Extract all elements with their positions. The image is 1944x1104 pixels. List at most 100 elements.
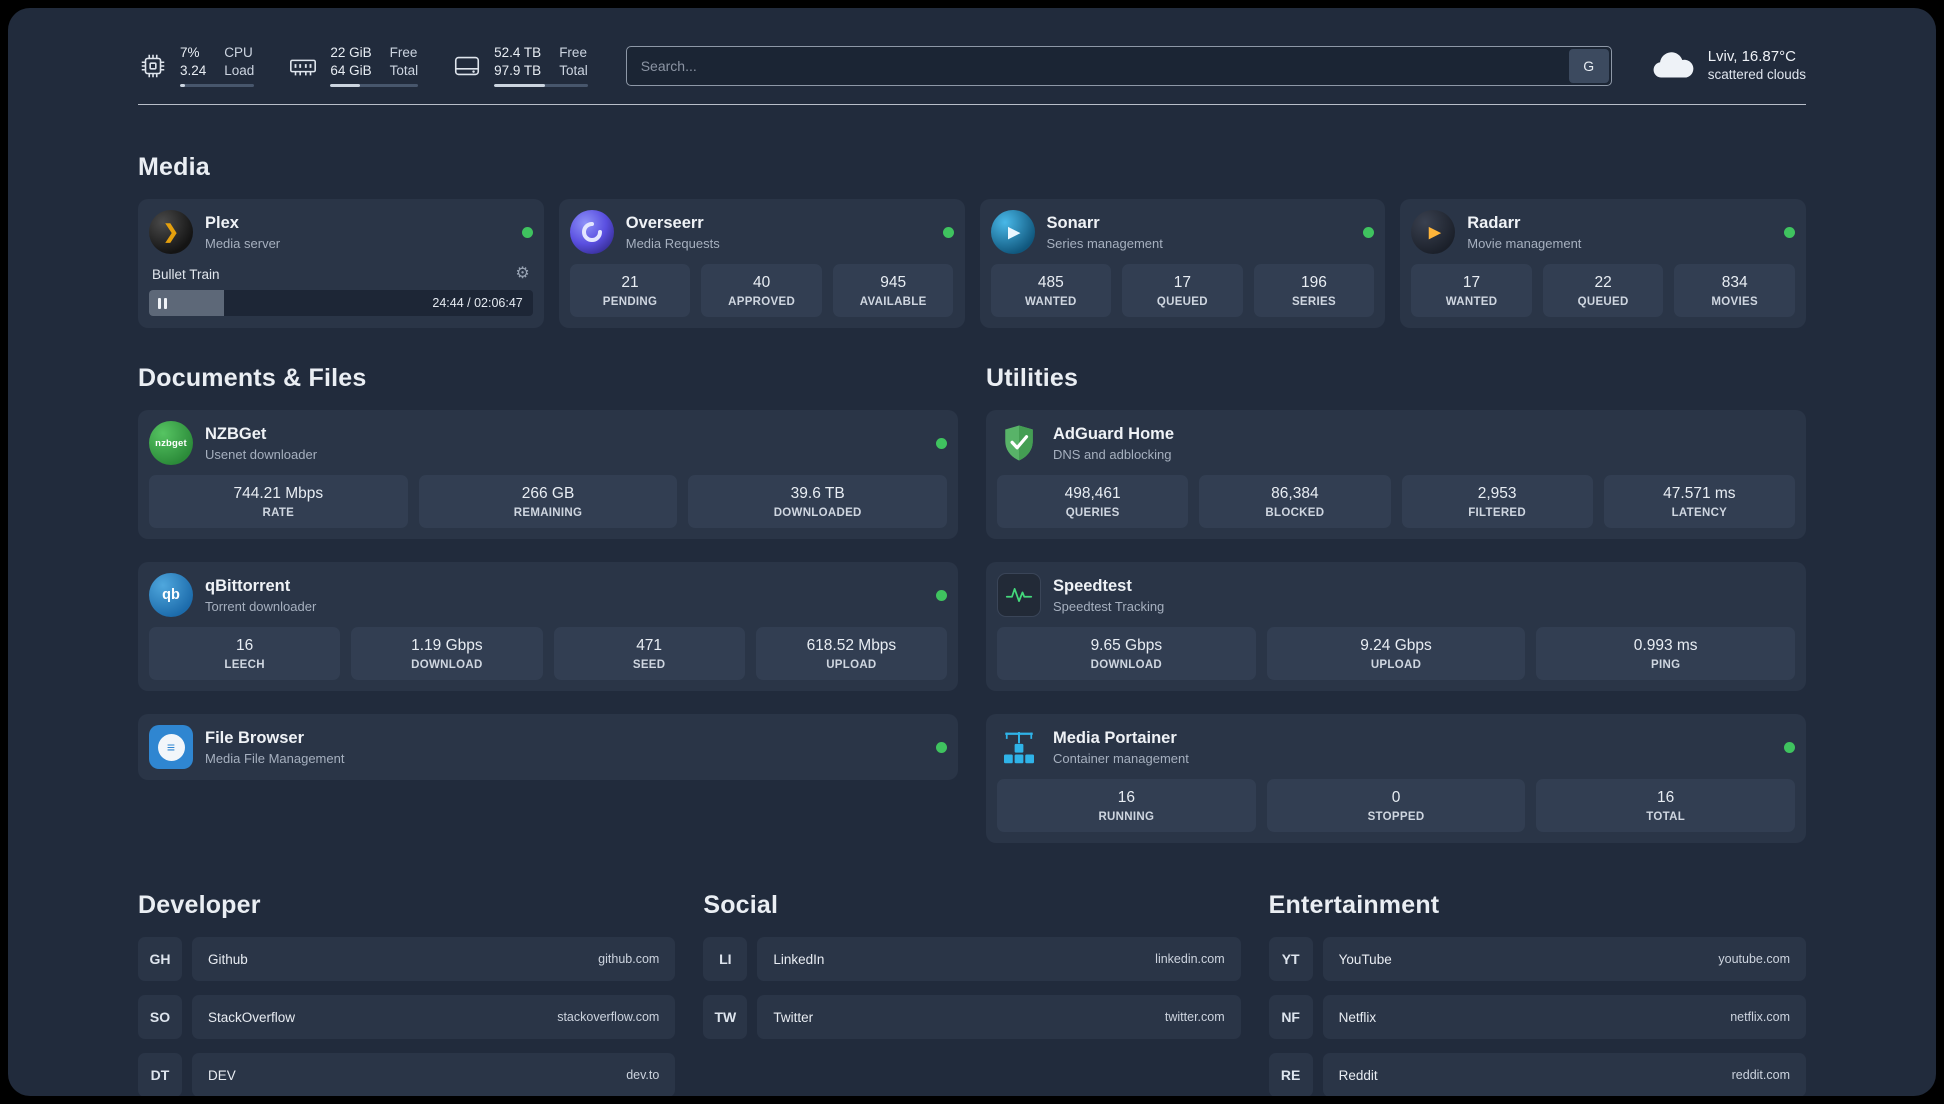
stat-label: WANTED <box>1024 296 1077 308</box>
stat-value: 39.6 TB <box>790 485 845 502</box>
dashboard-panel: 7% CPU 3.24 Load 22 GiB Free 64 GiB Tota… <box>8 8 1936 1096</box>
bookmark-link-github[interactable]: Github github.com <box>192 937 676 981</box>
app-name: Media Portainer <box>1053 728 1177 747</box>
overseerr-icon <box>569 210 614 254</box>
adguard-card[interactable]: AdGuard Home DNS and adblocking 498,461 … <box>986 410 1806 539</box>
portainer-card[interactable]: Media Portainer Container management 16 … <box>986 714 1806 843</box>
stat-value: 47.571 ms <box>1663 485 1736 502</box>
stat-value: 945 <box>880 274 907 291</box>
bookmark-link-netflix[interactable]: Netflix netflix.com <box>1322 995 1806 1039</box>
status-dot <box>1363 226 1375 238</box>
app-subtitle: Media server <box>205 235 281 251</box>
bookmark-row-stackoverflow: SO StackOverflow stackoverflow.com <box>138 995 676 1039</box>
overseerr-card[interactable]: Overseerr Media Requests 21 PENDING 40 A… <box>558 199 965 328</box>
stat-label: DOWNLOAD <box>411 659 483 671</box>
bookmark-name: Twitter <box>773 1009 814 1025</box>
topbar-divider <box>138 104 1806 105</box>
stat-box: 9.24 Gbps UPLOAD <box>1266 627 1526 680</box>
bookmark-abbr[interactable]: LI <box>703 937 748 981</box>
stat-value: 498,461 <box>1064 485 1121 502</box>
qbittorrent-icon: qb <box>149 573 193 617</box>
nzbget-card[interactable]: nzbget NZBGet Usenet downloader 744.21 M… <box>138 410 958 539</box>
adguard-shield-icon <box>997 421 1041 465</box>
bookmark-abbr[interactable]: GH <box>138 937 182 981</box>
bookmark-row-dev: DT DEV dev.to <box>138 1053 676 1096</box>
bookmark-link-stackoverflow[interactable]: StackOverflow stackoverflow.com <box>192 995 676 1039</box>
bookmark-name: Reddit <box>1338 1067 1378 1083</box>
disk-label-1: Free <box>559 45 587 60</box>
bookmark-link-twitter[interactable]: Twitter twitter.com <box>757 995 1241 1039</box>
status-dot <box>936 741 947 753</box>
bookmark-url: stackoverflow.com <box>557 1010 660 1024</box>
cpu-label-1: CPU <box>224 45 253 60</box>
bookmark-name: YouTube <box>1338 951 1392 967</box>
stat-value: 196 <box>1301 274 1327 291</box>
filebrowser-icon: ≡ <box>149 725 193 769</box>
speedtest-card[interactable]: Speedtest Speedtest Tracking 9.65 Gbps D… <box>986 562 1806 691</box>
stat-value: 471 <box>636 637 663 654</box>
bookmark-abbr[interactable]: TW <box>703 995 748 1039</box>
nzbget-icon: nzbget <box>149 421 193 465</box>
social-section: Social LI LinkedIn linkedin.com TW Twitt… <box>703 891 1241 1096</box>
search-engine-button[interactable]: G <box>1568 48 1609 83</box>
app-name: Overseerr <box>625 213 704 232</box>
bookmark-url: github.com <box>598 952 660 966</box>
bookmark-url: linkedin.com <box>1155 952 1225 966</box>
stat-box: 498,461 QUERIES <box>997 475 1189 528</box>
ram-free-value: 22 GiB <box>330 45 372 60</box>
filebrowser-card[interactable]: ≡ File Browser Media File Management <box>138 714 958 780</box>
search-bar: G <box>625 45 1612 86</box>
app-subtitle: Movie management <box>1467 235 1582 251</box>
stat-box: 9.65 Gbps DOWNLOAD <box>997 627 1256 680</box>
stat-label: SEED <box>632 659 666 671</box>
sonarr-card[interactable]: ▶ Sonarr Series management 485 WANTED 17… <box>979 199 1386 328</box>
disk-icon <box>452 51 482 81</box>
radarr-card[interactable]: ▶ Radarr Movie management 17 WANTED 22 Q… <box>1400 199 1806 328</box>
stat-label: RATE <box>262 507 295 519</box>
stat-value: 0 <box>1391 789 1401 806</box>
app-subtitle: Container management <box>1053 750 1189 766</box>
qbittorrent-card[interactable]: qb qBittorrent Torrent downloader 16 LEE… <box>138 562 958 691</box>
plex-card[interactable]: ❯ Plex Media server Bullet Train ⚙ 24:44… <box>138 199 544 328</box>
bookmark-abbr[interactable]: SO <box>138 995 182 1039</box>
bookmark-link-linkedin[interactable]: LinkedIn linkedin.com <box>757 937 1241 981</box>
radarr-icon: ▶ <box>1411 210 1456 254</box>
stat-box: 618.52 Mbps UPLOAD <box>755 627 947 680</box>
search-input[interactable] <box>625 45 1612 86</box>
stat-box: 485 WANTED <box>990 264 1112 317</box>
bookmark-abbr[interactable]: YT <box>1268 937 1313 981</box>
bookmark-link-dev[interactable]: DEV dev.to <box>192 1053 676 1096</box>
pause-icon[interactable] <box>158 297 167 309</box>
bookmark-row-netflix: NF Netflix netflix.com <box>1268 995 1806 1039</box>
stat-label: QUEUED <box>1156 296 1208 308</box>
stat-value: 86,384 <box>1271 485 1319 502</box>
app-name: File Browser <box>205 728 305 747</box>
weather-widget[interactable]: Lviv, 16.87°C scattered clouds <box>1650 47 1806 84</box>
bookmark-abbr[interactable]: NF <box>1268 995 1313 1039</box>
bookmark-name: DEV <box>208 1067 236 1083</box>
stat-value: 16 <box>1657 789 1675 806</box>
ram-metric: 22 GiB Free 64 GiB Total <box>288 44 419 87</box>
gear-icon[interactable]: ⚙ <box>515 266 529 282</box>
bookmark-abbr[interactable]: DT <box>138 1053 182 1096</box>
bookmark-url: reddit.com <box>1731 1068 1790 1082</box>
bookmark-link-reddit[interactable]: Reddit reddit.com <box>1322 1053 1806 1096</box>
status-dot <box>1784 741 1795 753</box>
stat-label: TOTAL <box>1646 811 1686 823</box>
stat-box: 40 APPROVED <box>701 264 822 317</box>
stat-label: PENDING <box>602 296 658 308</box>
now-playing-title: Bullet Train <box>152 266 220 282</box>
section-title-entertainment: Entertainment <box>1268 891 1440 919</box>
section-title-documents: Documents & Files <box>138 364 367 392</box>
bookmark-link-youtube[interactable]: YouTube youtube.com <box>1322 937 1806 981</box>
cpu-load-value: 3.24 <box>180 63 207 78</box>
stat-box: 17 WANTED <box>1411 264 1532 317</box>
ram-icon <box>288 51 318 81</box>
playback-progress-bar[interactable]: 24:44 / 02:06:47 <box>149 290 533 316</box>
bookmark-url: netflix.com <box>1730 1010 1790 1024</box>
stat-box: 39.6 TB DOWNLOADED <box>688 475 948 528</box>
section-title-utilities: Utilities <box>986 364 1079 392</box>
bookmark-row-youtube: YT YouTube youtube.com <box>1268 937 1806 981</box>
stat-value: 17 <box>1173 274 1191 291</box>
bookmark-abbr[interactable]: RE <box>1268 1053 1313 1096</box>
